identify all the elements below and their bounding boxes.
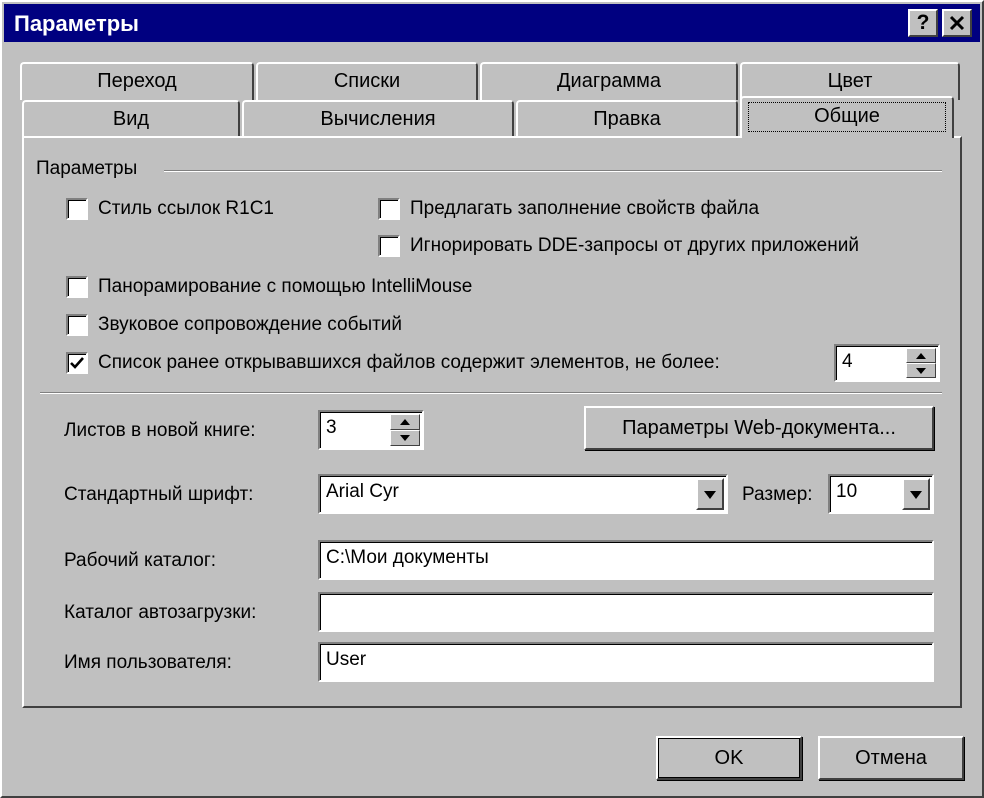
checkbox-label: Предлагать заполнение свойств файла bbox=[410, 198, 760, 219]
chevron-down-icon bbox=[910, 491, 922, 499]
general-tab-panel: Параметры Стиль ссылок R1C1 Предлагать з… bbox=[22, 136, 962, 708]
settings-group-label: Параметры bbox=[36, 158, 146, 180]
tab-edit[interactable]: Правка bbox=[516, 100, 738, 138]
checkbox-intellimouse[interactable]: Панорамирование с помощью IntelliMouse bbox=[66, 274, 472, 300]
font-size-dropdown-button[interactable] bbox=[902, 478, 930, 510]
checkbox-r1c1[interactable]: Стиль ссылок R1C1 bbox=[66, 196, 274, 222]
section-divider bbox=[40, 392, 942, 394]
checkbox-box[interactable] bbox=[378, 198, 400, 220]
tab-color[interactable]: Цвет bbox=[740, 62, 960, 100]
arrow-up-icon bbox=[916, 353, 926, 359]
arrow-down-icon bbox=[400, 435, 410, 441]
checkbox-box[interactable] bbox=[66, 314, 88, 336]
cancel-button[interactable]: Отмена bbox=[818, 736, 964, 780]
close-icon bbox=[949, 15, 965, 31]
spin-up-button[interactable] bbox=[390, 414, 420, 430]
tab-calculation[interactable]: Вычисления bbox=[242, 100, 514, 138]
font-size-value: 10 bbox=[836, 481, 858, 502]
work-dir-input[interactable]: C:\Мои документы bbox=[318, 540, 934, 580]
sheets-label: Листов в новой книге: bbox=[64, 420, 256, 441]
checkbox-box[interactable] bbox=[378, 235, 400, 257]
group-divider bbox=[164, 170, 942, 172]
checkbox-box[interactable] bbox=[66, 198, 88, 220]
checkbox-box[interactable] bbox=[66, 352, 88, 374]
autoload-dir-label: Каталог автозагрузки: bbox=[64, 602, 257, 623]
title-bar[interactable]: Параметры ? bbox=[4, 4, 980, 42]
web-options-button[interactable]: Параметры Web-документа... bbox=[584, 406, 934, 450]
spin-down-button[interactable] bbox=[906, 363, 936, 378]
recent-files-spinner bbox=[906, 348, 936, 378]
help-button[interactable]: ? bbox=[908, 9, 938, 37]
tab-view[interactable]: Вид bbox=[22, 100, 240, 138]
checkbox-sound-feedback[interactable]: Звуковое сопровождение событий bbox=[66, 312, 402, 338]
chevron-down-icon bbox=[704, 491, 716, 499]
spin-up-button[interactable] bbox=[906, 348, 936, 363]
checkbox-box[interactable] bbox=[66, 276, 88, 298]
checkbox-label: Звуковое сопровождение событий bbox=[98, 314, 403, 335]
ok-button[interactable]: OK bbox=[656, 736, 802, 780]
sheets-count-input[interactable]: 3 bbox=[318, 410, 424, 450]
font-dropdown-button[interactable] bbox=[696, 478, 724, 510]
recent-files-count-value: 4 bbox=[842, 351, 853, 372]
font-size-select[interactable]: 10 bbox=[828, 474, 934, 514]
font-label: Стандартный шрифт: bbox=[64, 484, 254, 505]
window-title: Параметры bbox=[14, 11, 139, 36]
user-name-label: Имя пользователя: bbox=[64, 652, 232, 673]
close-button[interactable] bbox=[942, 9, 972, 37]
checkbox-ignore-dde[interactable]: Игнорировать DDE-запросы от других прило… bbox=[378, 233, 859, 259]
autoload-dir-input[interactable] bbox=[318, 592, 934, 632]
options-dialog: Параметры ? Переход Списки Диаграмма Цве… bbox=[0, 0, 984, 798]
user-name-input[interactable]: User bbox=[318, 642, 934, 682]
checkbox-recent-files[interactable]: Список ранее открывавшихся файлов содерж… bbox=[66, 350, 720, 376]
font-select[interactable]: Arial Cyr bbox=[318, 474, 728, 514]
recent-files-count-input[interactable]: 4 bbox=[834, 344, 940, 382]
sheets-spinner bbox=[390, 414, 420, 446]
checkbox-file-properties[interactable]: Предлагать заполнение свойств файла bbox=[378, 196, 759, 222]
arrow-down-icon bbox=[916, 368, 926, 374]
checkbox-label: Стиль ссылок R1C1 bbox=[98, 198, 274, 219]
checkmark-icon bbox=[70, 357, 84, 369]
tab-lists[interactable]: Списки bbox=[256, 62, 478, 100]
tab-general[interactable]: Общие bbox=[740, 96, 954, 138]
work-dir-label: Рабочий каталог: bbox=[64, 550, 217, 571]
arrow-up-icon bbox=[400, 419, 410, 425]
checkbox-label: Игнорировать DDE-запросы от других прило… bbox=[410, 235, 859, 256]
spin-down-button[interactable] bbox=[390, 430, 420, 446]
tab-chart[interactable]: Диаграмма bbox=[480, 62, 738, 100]
sheets-count-value: 3 bbox=[326, 417, 337, 438]
tab-goto[interactable]: Переход bbox=[20, 62, 254, 100]
checkbox-label: Список ранее открывавшихся файлов содерж… bbox=[98, 352, 720, 373]
checkbox-label: Панорамирование с помощью IntelliMouse bbox=[98, 276, 473, 297]
tab-general-label: Общие bbox=[748, 102, 946, 132]
font-size-label: Размер: bbox=[742, 484, 813, 505]
font-value: Arial Cyr bbox=[326, 481, 399, 502]
